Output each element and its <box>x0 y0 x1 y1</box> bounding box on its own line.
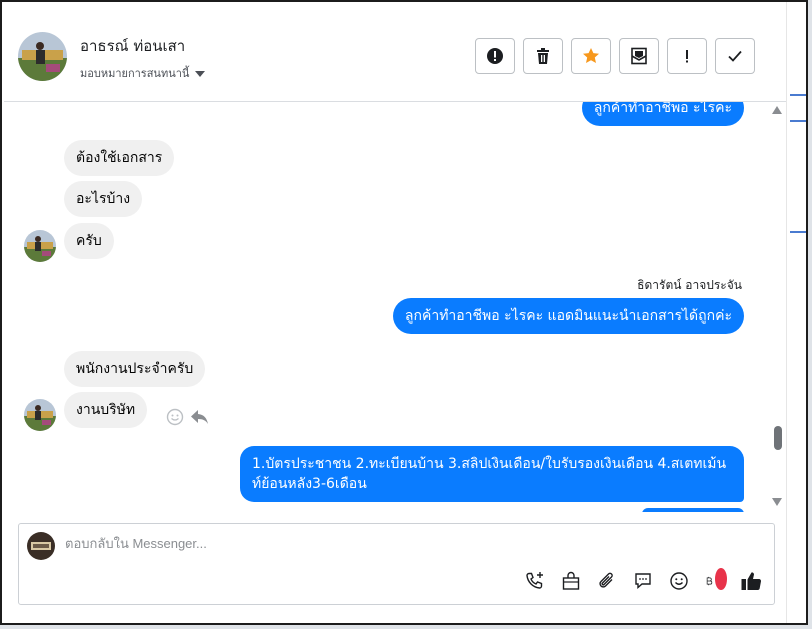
assign-label: มอบหมายการสนทนานี้ <box>80 67 190 80</box>
scroll-down-arrow[interactable] <box>772 498 782 506</box>
strip-mark <box>790 94 806 96</box>
reply-composer <box>18 523 775 605</box>
message-bubble-outgoing[interactable]: ลูกค้าทำอาชีพอ ะไรคะ <box>581 102 744 126</box>
mark-spam-button[interactable] <box>475 38 515 74</box>
notification-dot <box>715 568 727 590</box>
page-avatar <box>27 532 55 560</box>
sender-name: ธิดารัตน์ อาจประจัน <box>637 278 742 292</box>
alert-circle-icon <box>487 48 503 64</box>
strip-mark <box>790 120 806 122</box>
trash-icon <box>537 48 549 64</box>
message-bubble-incoming[interactable]: ต้องใช้เอกสาร <box>64 140 175 176</box>
composer-actions <box>524 568 762 592</box>
saved-reply-icon[interactable] <box>632 570 654 592</box>
message-bubble-outgoing-partial[interactable] <box>642 508 744 512</box>
scroll-up-arrow[interactable] <box>772 106 782 114</box>
baht-icon[interactable] <box>704 568 727 592</box>
delete-button[interactable] <box>523 38 563 74</box>
contact-avatar[interactable] <box>18 32 67 81</box>
envelope-icon <box>631 47 647 65</box>
emoji-react-icon[interactable] <box>166 408 184 426</box>
message-bubble-outgoing[interactable]: 1.บัตรประชาชน 2.ทะเบียนบ้าน 3.สลิปเงินเด… <box>240 446 744 502</box>
mark-unread-button[interactable] <box>619 38 659 74</box>
message-bubble-incoming[interactable]: อะไรบ้าง <box>64 181 143 217</box>
done-button[interactable] <box>715 38 755 74</box>
conversation-header: อาธรณ์ ท่อนเสา มอบหมายการสนทนานี้ <box>4 4 786 102</box>
star-icon <box>583 48 599 63</box>
checkmark-icon <box>728 50 742 62</box>
shop-bag-icon[interactable] <box>560 570 582 592</box>
paperclip-icon[interactable] <box>596 570 618 592</box>
messenger-window: อาธรณ์ ท่อนเสา มอบหมายการสนทนานี้ ลูกค้า… <box>0 0 808 625</box>
exclamation-icon <box>686 50 688 63</box>
caret-down-icon <box>195 70 206 77</box>
follow-up-button[interactable] <box>667 38 707 74</box>
sender-avatar[interactable] <box>24 230 56 262</box>
conversation-toolbar <box>475 38 755 74</box>
star-button[interactable] <box>571 38 611 74</box>
assign-conversation-dropdown[interactable]: มอบหมายการสนทนานี้ <box>80 64 206 82</box>
message-bubble-incoming[interactable]: พนักงานประจำครับ <box>64 351 206 387</box>
message-thread[interactable]: ลูกค้าทำอาชีพอ ะไรคะ ต้องใช้เอกสาร อะไรบ… <box>4 102 786 512</box>
sender-avatar[interactable] <box>24 399 56 431</box>
reply-input[interactable] <box>65 536 665 551</box>
like-icon[interactable] <box>740 570 762 592</box>
strip-mark <box>790 231 806 233</box>
message-bubble-incoming[interactable]: งานบริษัท <box>64 392 148 428</box>
message-actions <box>166 408 210 426</box>
contact-name: อาธรณ์ ท่อนเสา <box>80 37 186 55</box>
emoji-icon[interactable] <box>668 570 690 592</box>
reply-icon[interactable] <box>190 408 210 426</box>
message-bubble-incoming[interactable]: ครับ <box>64 223 114 259</box>
scrollbar-thumb[interactable] <box>774 426 782 450</box>
call-add-icon[interactable] <box>524 570 546 592</box>
message-bubble-outgoing[interactable]: ลูกค้าทำอาชีพอ ะไรคะ แอดมินแนะนำเอกสารได… <box>392 298 744 334</box>
side-strip <box>786 2 806 623</box>
